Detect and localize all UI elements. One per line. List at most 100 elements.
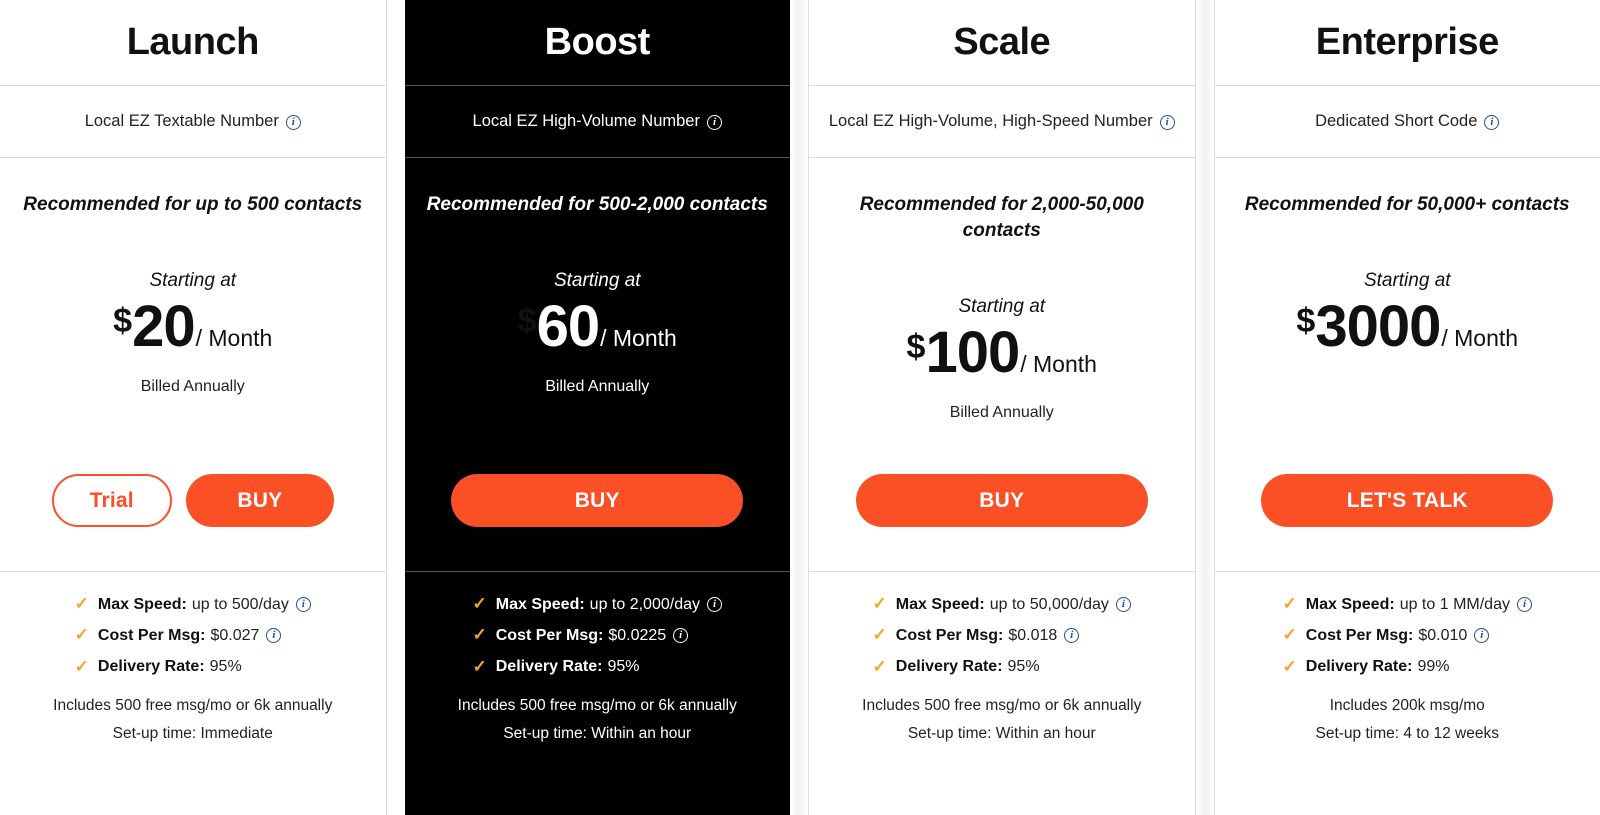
price-period-scale: / Month (1020, 351, 1097, 378)
plan-header-launch: Launch (0, 0, 386, 86)
lets-talk-button[interactable]: LET'S TALK (1261, 474, 1554, 527)
feature-label: Delivery Rate: (895, 658, 1003, 676)
feature-label: Max Speed: (895, 595, 985, 613)
info-icon[interactable]: i (285, 114, 301, 130)
cta-row-scale: BUY (825, 474, 1179, 527)
feature-label: Delivery Rate: (1305, 658, 1413, 676)
buy-button-boost[interactable]: BUY (451, 474, 744, 527)
info-icon[interactable]: i (266, 628, 282, 644)
price-amount-launch: 20 (132, 294, 196, 360)
starting-at-label-launch: Starting at (149, 270, 237, 292)
feature-item: ✓ Max Speed: up to 500/day i (75, 594, 311, 614)
feature-value: up to 2,000/day (589, 595, 700, 613)
price-amount-boost: 60 (536, 294, 601, 360)
info-icon[interactable]: i (295, 596, 311, 612)
feature-value: 99% (1417, 658, 1450, 676)
cta-row-enterprise: LET'S TALK (1231, 474, 1585, 527)
info-icon[interactable]: i (1474, 628, 1490, 644)
price-row-scale: $ 100 / Month (907, 324, 1097, 382)
plan-recommendation-launch: Recommended for up to 500 contacts (23, 194, 363, 215)
plan-subtitle-row-scale: Local EZ High-Volume, High-Speed Number i (809, 86, 1195, 158)
feature-label: Cost Per Msg: (1305, 626, 1414, 644)
feature-item: ✓ Cost Per Msg: $0.010 i (1283, 625, 1532, 645)
feature-label: Max Speed: (1305, 595, 1395, 613)
feature-value: up to 1 MM/day (1399, 595, 1510, 613)
notes-scale: Includes 500 free msg/mo or 6k annually … (852, 688, 1151, 744)
feature-value: $0.027 (210, 626, 260, 644)
features-enterprise: ✓ Max Speed: up to 1 MM/day i ✓ Cost Per… (1215, 572, 1600, 754)
feature-label: Delivery Rate: (495, 658, 603, 676)
starting-at-label-enterprise: Starting at (1363, 270, 1451, 292)
plan-subtitle-row-launch: Local EZ Textable Number i (0, 86, 386, 158)
plan-title-enterprise: Enterprise (1315, 20, 1499, 63)
feature-value: 95% (209, 658, 242, 676)
feature-value: 95% (607, 658, 640, 676)
info-icon[interactable]: i (1159, 114, 1175, 130)
feature-label: Cost Per Msg: (97, 626, 206, 644)
plan-subtitle-text-scale: Local EZ High-Volume, High-Speed Number (828, 112, 1153, 131)
feature-label: Cost Per Msg: (895, 626, 1004, 644)
feature-item: ✓ Cost Per Msg: $0.0225 i (473, 625, 722, 645)
info-icon[interactable]: i (673, 628, 689, 644)
feature-value: $0.010 (1418, 626, 1468, 644)
feature-item: ✓ Max Speed: up to 2,000/day i (473, 594, 722, 614)
info-icon[interactable]: i (706, 596, 722, 612)
info-icon[interactable]: i (1064, 628, 1080, 644)
feature-item: ✓ Delivery Rate: 95% (873, 657, 1131, 677)
check-icon: ✓ (472, 594, 487, 613)
billing-note-launch: Billed Annually (140, 378, 245, 396)
plan-subtitle-launch: Local EZ Textable Number i (85, 110, 301, 132)
plan-recommendation-scale: Recommended for 2,000-50,000 contacts (859, 194, 1144, 242)
feature-value: 95% (1007, 658, 1040, 676)
check-icon: ✓ (74, 656, 89, 676)
plan-subtitle-scale: Local EZ High-Volume, High-Speed Number i (829, 110, 1175, 132)
note-line: Set-up time: Immediate (112, 725, 273, 743)
feature-list-scale: ✓ Max Speed: up to 50,000/day i ✓ Cost P… (873, 594, 1131, 688)
feature-value: up to 50,000/day (989, 595, 1109, 613)
check-icon: ✓ (472, 625, 487, 645)
column-gap (386, 0, 405, 815)
feature-item: ✓ Delivery Rate: 99% (1283, 657, 1532, 677)
price-period-enterprise: / Month (1441, 325, 1519, 352)
plan-card-boost: Boost Local EZ High-Volume Number i Recom… (404, 0, 790, 815)
info-icon[interactable]: i (706, 114, 722, 130)
buy-button-scale[interactable]: BUY (855, 474, 1148, 527)
feature-item: ✓ Max Speed: up to 50,000/day i (873, 594, 1131, 614)
billing-note-boost: Billed Annually (545, 378, 650, 396)
note-line: Includes 500 free msg/mo or 6k annually (862, 697, 1142, 715)
feature-value: $0.018 (1008, 626, 1058, 644)
info-icon[interactable]: i (1516, 596, 1532, 612)
note-line: Includes 200k msg/mo (1329, 697, 1485, 715)
feature-item: ✓ Cost Per Msg: $0.018 i (873, 625, 1131, 645)
currency-symbol-boost: $ (517, 302, 537, 341)
trial-button[interactable]: Trial (51, 474, 172, 527)
check-icon: ✓ (872, 625, 887, 645)
plan-subtitle-enterprise: Dedicated Short Code i (1315, 110, 1500, 132)
currency-symbol-launch: $ (113, 302, 133, 341)
plan-title-launch: Launch (126, 20, 260, 63)
feature-value: $0.0225 (608, 626, 667, 644)
feature-list-boost: ✓ Max Speed: up to 2,000/day i ✓ Cost Pe… (473, 594, 722, 688)
currency-symbol-scale: $ (906, 328, 926, 367)
feature-item: ✓ Cost Per Msg: $0.027 i (75, 625, 311, 645)
info-icon[interactable]: i (1484, 114, 1500, 130)
column-gap (1195, 0, 1214, 815)
notes-launch: Includes 500 free msg/mo or 6k annually … (43, 688, 342, 744)
starting-at-label-scale: Starting at (958, 296, 1046, 318)
feature-label: Delivery Rate: (97, 658, 205, 676)
price-row-boost: $ 60 / Month (518, 298, 677, 356)
feature-value: up to 500/day (191, 595, 289, 613)
info-icon[interactable]: i (1115, 596, 1131, 612)
plan-header-boost: Boost (404, 0, 790, 86)
notes-boost: Includes 500 free msg/mo or 6k annually … (448, 688, 747, 744)
plan-subtitle-text-enterprise: Dedicated Short Code (1315, 112, 1478, 131)
note-line: Includes 500 free msg/mo or 6k annually (457, 697, 737, 715)
feature-label: Max Speed: (495, 595, 585, 613)
buy-button-launch[interactable]: BUY (185, 474, 334, 527)
feature-list-enterprise: ✓ Max Speed: up to 1 MM/day i ✓ Cost Per… (1283, 594, 1532, 688)
column-gap (790, 0, 808, 815)
feature-label: Cost Per Msg: (495, 626, 604, 644)
plan-header-scale: Scale (809, 0, 1195, 86)
plan-body-scale: Recommended for 2,000-50,000 contacts St… (809, 158, 1195, 572)
plan-subtitle-boost: Local EZ High-Volume Number i (473, 110, 722, 132)
